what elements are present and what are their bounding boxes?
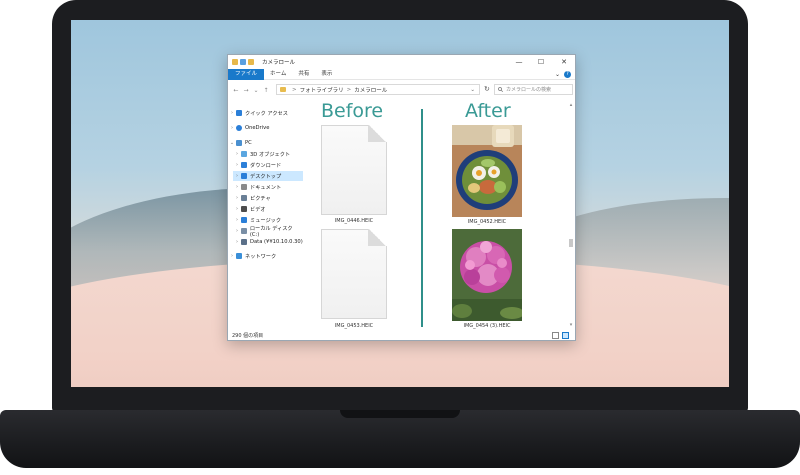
file-name[interactable]: IMG_0453.HEIC	[309, 323, 399, 329]
minimize-button[interactable]: —	[508, 56, 530, 68]
sidebar-item-label: Data (¥¥10.10.0.30)	[250, 239, 303, 245]
details-view-icon[interactable]	[552, 332, 559, 339]
ribbon-tabs: ファイル ホーム 共有 表示 ⌄ ?	[228, 68, 575, 80]
tab-view[interactable]: 表示	[315, 69, 338, 80]
file-name[interactable]: IMG_0446.HEIC	[309, 218, 399, 224]
sidebar-item-pictures[interactable]: › ピクチャ	[233, 193, 303, 203]
sidebar-item-quick-access[interactable]: › クイック アクセス	[228, 108, 298, 118]
sidebar-item-desktop[interactable]: › デスクトップ	[233, 171, 303, 181]
sidebar-item-label: OneDrive	[245, 125, 270, 131]
laptop-hinge-notch	[340, 410, 460, 418]
page-fold-icon	[368, 125, 387, 142]
address-dropdown-icon[interactable]: ⌄	[470, 87, 475, 93]
maximize-button[interactable]: ☐	[530, 56, 552, 68]
search-placeholder: カメラロールの検索	[506, 86, 552, 93]
breadcrumb-camera-roll[interactable]: カメラロール	[354, 86, 387, 94]
sidebar-item-label: 3D オブジェクト	[250, 151, 291, 158]
item-count: 290 個の項目	[232, 333, 264, 339]
download-icon	[241, 162, 247, 168]
network-icon	[236, 253, 242, 259]
folder-icon	[280, 87, 286, 92]
sidebar-item-label: クイック アクセス	[245, 110, 288, 117]
search-input[interactable]: カメラロールの検索	[494, 84, 573, 95]
close-button[interactable]: ✕	[553, 56, 575, 68]
before-heading: Before	[321, 100, 384, 122]
scrollbar-thumb[interactable]	[569, 239, 573, 247]
divider-line	[421, 109, 423, 327]
sidebar-item-label: ローカル ディスク (C:)	[249, 225, 293, 238]
sidebar-item-label: PC	[245, 140, 252, 146]
search-icon	[498, 87, 503, 92]
sidebar-item-label: ネットワーク	[245, 253, 277, 260]
file-view: Before After IMG_0446.HEIC IMG_0453.HEIC	[301, 99, 565, 329]
sidebar-item-label: ダウンロード	[250, 162, 282, 169]
file-name[interactable]: IMG_0454 (3).HEIC	[442, 323, 532, 329]
title-bar: カメラロール — ☐ ✕	[228, 55, 575, 69]
star-icon	[236, 110, 242, 116]
page-fold-icon	[368, 229, 387, 246]
folder-icon	[232, 59, 238, 65]
back-button[interactable]: ←	[231, 87, 241, 94]
music-icon	[241, 217, 247, 223]
food-photo-image	[452, 125, 522, 217]
sidebar-item-label: ミュージック	[250, 217, 282, 224]
new-folder-icon[interactable]	[248, 59, 254, 65]
laptop-base	[0, 410, 800, 468]
breadcrumb-chevron[interactable]: >	[347, 87, 352, 93]
flower-photo-image	[452, 229, 522, 321]
after-heading: After	[465, 100, 511, 122]
refresh-button[interactable]: ↻	[484, 85, 490, 93]
status-bar: 290 個の項目	[228, 331, 575, 341]
sidebar-item-documents[interactable]: › ドキュメント	[233, 182, 303, 192]
file-name[interactable]: IMG_0452.HEIC	[442, 219, 532, 225]
sidebar-item-music[interactable]: › ミュージック	[233, 215, 303, 225]
up-button[interactable]: ↑	[261, 87, 271, 94]
properties-icon[interactable]	[240, 59, 246, 65]
pictures-icon	[241, 195, 247, 201]
help-icon[interactable]: ?	[564, 71, 571, 78]
vertical-scrollbar[interactable]: ▴ ▾	[567, 101, 575, 329]
window-title: カメラロール	[262, 60, 296, 66]
computer-icon	[236, 140, 242, 146]
sidebar-item-local-disk[interactable]: › ローカル ディスク (C:)	[233, 225, 303, 238]
disk-icon	[240, 228, 247, 234]
sidebar-item-network-drive[interactable]: › Data (¥¥10.10.0.30)	[233, 237, 303, 247]
file-explorer-window: カメラロール — ☐ ✕ ファイル ホーム 共有 表示 ⌄ ? ← → ⌄ ↑ …	[227, 54, 576, 341]
breadcrumb-chevron[interactable]: >	[292, 87, 297, 93]
sidebar-item-label: ドキュメント	[250, 184, 282, 191]
video-icon	[241, 206, 247, 212]
tab-home[interactable]: ホーム	[264, 69, 292, 80]
photo-thumbnail-food[interactable]	[452, 125, 522, 217]
desktop-icon	[241, 173, 247, 179]
scroll-up-icon[interactable]: ▴	[567, 101, 575, 109]
sidebar-item-3d-objects[interactable]: › 3D オブジェクト	[233, 149, 303, 159]
document-icon	[241, 184, 247, 190]
expand-ribbon-icon[interactable]: ⌄	[555, 71, 560, 78]
photo-thumbnail-flower[interactable]	[452, 229, 522, 321]
sidebar-item-label: デスクトップ	[250, 173, 282, 180]
breadcrumb-photo-library[interactable]: フォトライブラリ	[300, 86, 344, 94]
sidebar-item-videos[interactable]: › ビデオ	[233, 204, 303, 214]
sidebar-item-onedrive[interactable]: › OneDrive	[228, 123, 298, 133]
cloud-icon	[236, 125, 242, 131]
network-drive-icon	[241, 239, 247, 245]
cube-icon	[241, 151, 247, 157]
large-icons-view-icon[interactable]	[562, 332, 569, 339]
sidebar-item-label: ビデオ	[250, 206, 266, 213]
tab-file[interactable]: ファイル	[228, 68, 265, 80]
sidebar-item-label: ピクチャ	[250, 195, 271, 202]
sidebar-item-downloads[interactable]: › ダウンロード	[233, 160, 303, 170]
scroll-down-icon[interactable]: ▾	[567, 321, 575, 329]
tab-share[interactable]: 共有	[292, 69, 315, 80]
navigation-pane: › クイック アクセス › OneDrive ⌄ PC › 3D オブジェクト …	[228, 103, 303, 327]
sidebar-item-network[interactable]: › ネットワーク	[228, 251, 298, 261]
address-row: ← → ⌄ ↑ > フォトライブラリ > カメラロール ⌄ ↻ カメラロールの検…	[228, 83, 575, 97]
address-bar[interactable]: > フォトライブラリ > カメラロール ⌄	[276, 84, 480, 95]
forward-button[interactable]: →	[241, 87, 251, 94]
recent-locations-button[interactable]: ⌄	[251, 87, 261, 94]
sidebar-item-pc[interactable]: ⌄ PC	[228, 138, 298, 148]
